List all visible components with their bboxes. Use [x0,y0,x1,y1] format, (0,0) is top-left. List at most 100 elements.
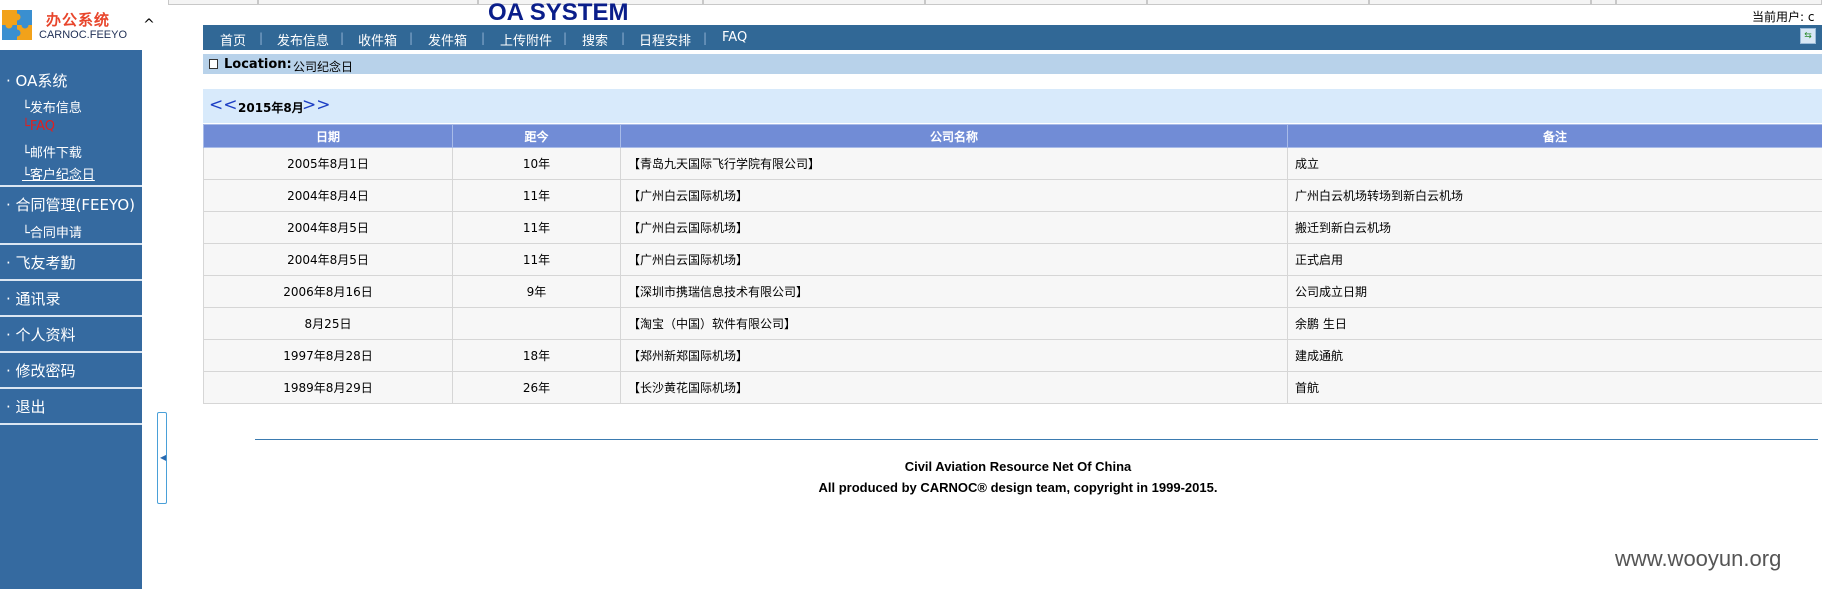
cell-company: 【深圳市携瑞信息技术有限公司】 [620,275,1288,308]
cell-company: 【郑州新郑国际机场】 [620,339,1288,372]
prev-month-button[interactable]: << [209,95,238,115]
table-row: 8月25日 【淘宝（中国）软件有限公司】 余鹏 生日 [203,307,1822,340]
current-month-label: 2015年8月 [238,101,304,115]
column-header-company: 公司名称 [620,124,1288,148]
nav-separator: | [703,31,708,45]
cell-note: 公司成立日期 [1287,275,1822,308]
cell-years-ago: 11年 [452,211,621,244]
cell-date: 2004年8月4日 [203,179,453,212]
nav-faq[interactable]: FAQ [722,30,747,45]
cell-date: 1989年8月29日 [203,371,453,404]
table-row: 2004年8月5日 11年 【广州白云国际机场】 搬迁到新白云机场 [203,211,1822,244]
nav-search[interactable]: 搜索 [582,30,608,49]
nav-separator: | [409,31,414,45]
breadcrumb-current: 公司纪念日 [293,60,354,74]
cell-note: 搬迁到新白云机场 [1287,211,1822,244]
cell-date: 2006年8月16日 [203,275,453,308]
table-row: 2006年8月16日 9年 【深圳市携瑞信息技术有限公司】 公司成立日期 [203,275,1822,308]
cell-company: 【广州白云国际机场】 [620,243,1288,276]
menu-divider [0,185,142,187]
cell-note: 正式启用 [1287,243,1822,276]
nav-home[interactable]: 首页 [220,30,246,49]
nav-separator: | [481,31,486,45]
menu-divider [0,351,142,353]
nav-outbox[interactable]: 发件箱 [428,30,467,49]
table-row: 2004年8月5日 11年 【广州白云国际机场】 正式启用 [203,243,1822,276]
cell-note: 成立 [1287,147,1822,180]
top-frame-strip [168,0,1822,5]
menu-group-contacts[interactable]: · 通讯录 [6,288,61,309]
menu-item-customer-anniversary[interactable]: └客户纪念日 [22,164,95,183]
menu-divider [0,423,142,425]
cell-years-ago: 26年 [452,371,621,404]
cell-years-ago: 11年 [452,243,621,276]
table-row: 2004年8月4日 11年 【广州白云国际机场】 广州白云机场转场到新白云机场 [203,179,1822,212]
current-user-label: 当前用户: c [1752,10,1815,24]
nav-inbox[interactable]: 收件箱 [358,30,397,49]
table-header-row: 日期 距今 公司名称 备注 [203,124,1822,148]
cell-years-ago: 11年 [452,179,621,212]
document-icon [209,59,218,69]
column-header-note: 备注 [1287,124,1822,148]
nav-upload-attachment[interactable]: 上传附件 [500,30,552,49]
cell-date: 1997年8月28日 [203,339,453,372]
cell-company: 【广州白云国际机场】 [620,179,1288,212]
menu-item-publish-info[interactable]: └发布信息 [22,97,82,116]
menu-group-profile[interactable]: · 个人资料 [6,324,76,345]
footer-divider [255,439,1818,440]
table-body: 2005年8月1日 10年 【青岛九天国际飞行学院有限公司】 成立 2004年8月4日 1… [203,147,1822,404]
cell-date: 2004年8月5日 [203,211,453,244]
cell-date: 8月25日 [203,307,453,340]
nav-publish-info[interactable]: 发布信息 [277,30,329,49]
page-root: 办公系统 CARNOC.FEEYO · OA系统 └发布信息 └FAQ └邮件下… [0,0,1822,589]
page-title: OA SYSTEM [488,0,629,26]
footer-line-2: All produced by CARNOC® design team, cop… [818,480,1218,495]
logo-title: 办公系统 [46,11,111,29]
cell-company: 【青岛九天国际飞行学院有限公司】 [620,147,1288,180]
menu-group-attendance[interactable]: · 飞友考勤 [6,252,76,273]
anniversary-table: 日期 距今 公司名称 备注 2005年8月1日 10年 【青岛九天国际飞行学院有限公… [203,124,1822,404]
cell-years-ago: 10年 [452,147,621,180]
chevron-up-icon[interactable]: ^ [142,18,156,32]
table-row: 1997年8月28日 18年 【郑州新郑国际机场】 建成通航 [203,339,1822,372]
sidebar-splitter-handle[interactable]: ◀ [157,412,167,504]
menu-group-contract[interactable]: · 合同管理(FEEYO) [6,194,135,215]
menu-group-change-password[interactable]: · 修改密码 [6,360,76,381]
next-month-button[interactable]: >> [302,95,331,115]
nav-separator: | [259,31,264,45]
nav-separator: | [563,31,568,45]
menu-item-mail-download[interactable]: └邮件下载 [22,142,82,161]
cell-company: 【淘宝（中国）软件有限公司】 [620,307,1288,340]
menu-divider [0,315,142,317]
menu-divider [0,243,142,245]
menu-group-logout[interactable]: · 退出 [6,396,46,417]
column-header-years-ago: 距今 [452,124,621,148]
menu-item-contract-apply[interactable]: └合同申请 [22,222,82,241]
menu-divider [0,279,142,281]
column-header-date: 日期 [203,124,453,148]
caret-left-icon: ◀ [160,453,167,462]
cell-note: 建成通航 [1287,339,1822,372]
cell-years-ago: 18年 [452,339,621,372]
cell-company: 【广州白云国际机场】 [620,211,1288,244]
cell-note: 余鹏 生日 [1287,307,1822,340]
top-navbar: 首页 | 发布信息 | 收件箱 | 发件箱 | 上传附件 | 搜索 | 日程安排… [203,25,1822,50]
cell-note: 首航 [1287,371,1822,404]
table-row: 2005年8月1日 10年 【青岛九天国际飞行学院有限公司】 成立 [203,147,1822,180]
month-navigator: << 2015年8月 >> [203,89,1822,123]
breadcrumb-label: Location: [224,57,292,72]
cell-company: 【长沙黄花国际机场】 [620,371,1288,404]
nav-separator: | [621,31,626,45]
cell-years-ago: 9年 [452,275,621,308]
nav-schedule[interactable]: 日程安排 [639,30,691,49]
sidebar: 办公系统 CARNOC.FEEYO · OA系统 └发布信息 └FAQ └邮件下… [0,0,142,589]
menu-item-faq[interactable]: └FAQ [22,119,55,134]
table-row: 1989年8月29日 26年 【长沙黄花国际机场】 首航 [203,371,1822,404]
cell-date: 2004年8月5日 [203,243,453,276]
cell-date: 2005年8月1日 [203,147,453,180]
menu-group-oa[interactable]: · OA系统 [6,70,67,91]
expand-icon[interactable]: ⇆ [1800,28,1816,44]
puzzle-logo-icon [2,10,32,40]
menu-divider [0,387,142,389]
watermark: www.wooyun.org [1615,546,1782,571]
